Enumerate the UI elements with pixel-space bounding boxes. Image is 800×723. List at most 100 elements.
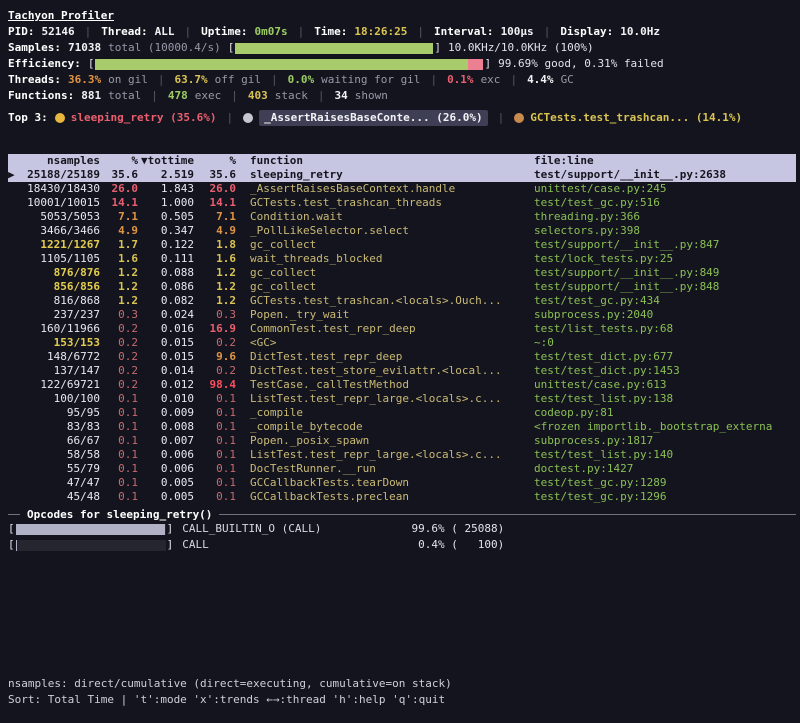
selection-cursor <box>8 252 20 266</box>
selection-cursor <box>8 434 20 448</box>
col-function[interactable]: function <box>236 154 534 168</box>
table-row[interactable]: 83/830.10.0080.1_compile_bytecode<frozen… <box>8 420 796 434</box>
nsamples-cell: 55/79 <box>20 462 100 476</box>
col-tottime-pct[interactable]: % <box>100 154 138 168</box>
table-row[interactable]: 5053/50537.10.5057.1Condition.waitthread… <box>8 210 796 224</box>
table-row[interactable]: 1105/11051.60.1111.6wait_threads_blocked… <box>8 252 796 266</box>
table-row[interactable]: 1221/12671.70.1221.8gc_collecttest/suppo… <box>8 238 796 252</box>
table-row[interactable]: 45/480.10.0050.1GCCallbackTests.preclean… <box>8 490 796 504</box>
cumtime-pct-cell: 1.2 <box>194 280 236 294</box>
separator: | <box>151 88 158 104</box>
title-line: Tachyon Profiler <box>8 8 796 24</box>
table-row[interactable]: 237/2370.30.0240.3Popen._try_waitsubproc… <box>8 308 796 322</box>
file-line-cell: test/list_tests.py:68 <box>534 322 796 336</box>
file-line-cell: selectors.py:398 <box>534 224 796 238</box>
selection-cursor <box>8 350 20 364</box>
function-cell: DictTest.test_store_evilattr.<local... <box>236 364 534 378</box>
tottime-pct-cell: 0.1 <box>100 448 138 462</box>
opcode-bar-track <box>16 540 166 551</box>
selection-cursor <box>8 392 20 406</box>
tottime-pct-cell: 0.2 <box>100 350 138 364</box>
tottime-pct-cell: 4.9 <box>100 224 138 238</box>
cumtime-pct-cell: 16.9 <box>194 322 236 336</box>
stat-value: 881 <box>81 88 101 104</box>
tottime-cell: 0.086 <box>138 280 194 294</box>
tottime-cell: 0.016 <box>138 322 194 336</box>
tottime-cell: 0.015 <box>138 336 194 350</box>
table-row[interactable]: 66/670.10.0070.1Popen._posix_spawnsubpro… <box>8 434 796 448</box>
cumtime-pct-cell: 35.6 <box>194 168 236 182</box>
tottime-pct-cell: 0.1 <box>100 434 138 448</box>
table-row[interactable]: 816/8681.20.0821.2GCTests.test_trashcan.… <box>8 294 796 308</box>
tottime-cell: 0.505 <box>138 210 194 224</box>
separator: | <box>318 88 325 104</box>
threads-line: Threads: 36.3%on gil|63.7%off gil|0.0%wa… <box>8 72 796 88</box>
opcodes-section-divider: Opcodes for sleeping_retry() <box>8 507 796 521</box>
separator: | <box>430 72 437 88</box>
nsamples-cell: 153/153 <box>20 336 100 350</box>
table-row[interactable]: 3466/34664.90.3474.9_PollLikeSelector.se… <box>8 224 796 238</box>
selection-cursor <box>8 490 20 504</box>
tottime-pct-cell: 0.1 <box>100 420 138 434</box>
table-row[interactable]: 55/790.10.0060.1DocTestRunner.__rundocte… <box>8 462 796 476</box>
function-cell: GCCallbackTests.tearDown <box>236 476 534 490</box>
top3-items: sleeping_retry (35.6%)|_AssertRaisesBase… <box>55 110 742 126</box>
tottime-cell: 2.519 <box>138 168 194 182</box>
cumtime-pct-cell: 0.1 <box>194 434 236 448</box>
table-row[interactable]: 876/8761.20.0881.2gc_collecttest/support… <box>8 266 796 280</box>
tottime-pct-cell: 1.2 <box>100 280 138 294</box>
table-row[interactable]: 47/470.10.0050.1GCCallbackTests.tearDown… <box>8 476 796 490</box>
col-tottime[interactable]: ▼tottime <box>138 154 194 168</box>
tottime-pct-cell: 0.2 <box>100 364 138 378</box>
col-file-line[interactable]: file:line <box>534 154 796 168</box>
stat-label: off gil <box>215 72 261 88</box>
file-line-cell: ~:0 <box>534 336 796 350</box>
tottime-pct-cell: 26.0 <box>100 182 138 196</box>
table-row[interactable]: 153/1530.20.0150.2<GC>~:0 <box>8 336 796 350</box>
table-row[interactable]: ▶25188/2518935.62.51935.6sleeping_retryt… <box>8 168 796 182</box>
table-row[interactable]: 100/1000.10.0100.1ListTest.test_repr_lar… <box>8 392 796 406</box>
nsamples-cell: 816/868 <box>20 294 100 308</box>
cumtime-pct-cell: 0.1 <box>194 448 236 462</box>
stat-label: waiting for gil <box>321 72 420 88</box>
app-title: Tachyon Profiler <box>8 8 114 24</box>
top3-entry: GCTests.test_trashcan... (14.1%) <box>530 110 742 126</box>
file-line-cell: subprocess.py:1817 <box>534 434 796 448</box>
pid-label: PID: <box>8 24 35 40</box>
table-row[interactable]: 10001/1001514.11.00014.1GCTests.test_tra… <box>8 196 796 210</box>
stat-value: 36.3% <box>68 72 101 88</box>
cumtime-pct-cell: 1.6 <box>194 252 236 266</box>
file-line-cell: unittest/case.py:245 <box>534 182 796 196</box>
function-cell: _AssertRaisesBaseContext.handle <box>236 182 534 196</box>
tottime-cell: 0.006 <box>138 462 194 476</box>
function-cell: Popen._try_wait <box>236 308 534 322</box>
table-row[interactable]: 148/67720.20.0159.6DictTest.test_repr_de… <box>8 350 796 364</box>
table-row[interactable]: 58/580.10.0060.1ListTest.test_repr_large… <box>8 448 796 462</box>
table-row[interactable]: 137/1470.20.0140.2DictTest.test_store_ev… <box>8 364 796 378</box>
function-cell: GCTests.test_trashcan_threads <box>236 196 534 210</box>
threads-label: Threads: <box>8 72 61 88</box>
time-label: Time: <box>314 24 347 40</box>
table-row[interactable]: 160/119660.20.01616.9CommonTest.test_rep… <box>8 322 796 336</box>
tottime-cell: 1.843 <box>138 182 194 196</box>
selection-cursor <box>8 196 20 210</box>
file-line-cell: codeop.py:81 <box>534 406 796 420</box>
tottime-cell: 0.088 <box>138 266 194 280</box>
stat-value: 403 <box>248 88 268 104</box>
efficiency-bar-failed <box>468 59 484 70</box>
table-row[interactable]: 856/8561.20.0861.2gc_collecttest/support… <box>8 280 796 294</box>
file-line-cell: test/lock_tests.py:25 <box>534 252 796 266</box>
col-nsamples[interactable]: nsamples <box>20 154 100 168</box>
table-row[interactable]: 122/697210.20.01298.4TestCase._callTestM… <box>8 378 796 392</box>
file-line-cell: test/support/__init__.py:2638 <box>534 168 796 182</box>
stat-label: exec <box>195 88 222 104</box>
col-cumtime-pct[interactable]: % <box>194 154 236 168</box>
selection-cursor <box>8 378 20 392</box>
separator: | <box>498 110 505 126</box>
tottime-cell: 0.015 <box>138 350 194 364</box>
table-row[interactable]: 95/950.10.0090.1_compilecodeop.py:81 <box>8 406 796 420</box>
stat-label: total <box>108 88 141 104</box>
separator: | <box>298 24 305 40</box>
table-row[interactable]: 18430/1843026.01.84326.0_AssertRaisesBas… <box>8 182 796 196</box>
separator: | <box>85 24 92 40</box>
